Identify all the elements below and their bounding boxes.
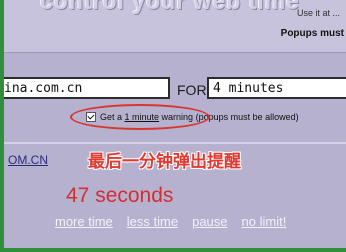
pause-link[interactable]: pause	[192, 214, 227, 229]
annotation-caption: 最后一分钟弹出提醒	[88, 152, 241, 172]
domain-link[interactable]: OM.CN	[8, 153, 48, 167]
header-note: Use it at ...	[296, 8, 340, 18]
duration-input[interactable]: 4 minutes	[207, 77, 346, 99]
bottom-accent-strip	[0, 248, 346, 252]
less-time-link[interactable]: less time	[127, 214, 178, 229]
app-frame: control your web time Use it at ... Popu…	[0, 0, 346, 252]
for-label: FOR	[177, 82, 207, 98]
site-input[interactable]: ina.com.cn	[4, 77, 170, 99]
countdown-display: 47 seconds	[66, 184, 174, 207]
header-title: control your web time	[40, 0, 300, 14]
highlight-ellipse	[70, 104, 210, 130]
no-limit-link[interactable]: no limit!	[242, 214, 287, 229]
more-time-link[interactable]: more time	[55, 214, 113, 229]
timer-actions: more time less time pause no limit!	[55, 214, 346, 229]
header-band: control your web time	[4, 0, 346, 52]
divider	[4, 142, 346, 144]
header-popup-note: Popups must	[280, 28, 344, 39]
